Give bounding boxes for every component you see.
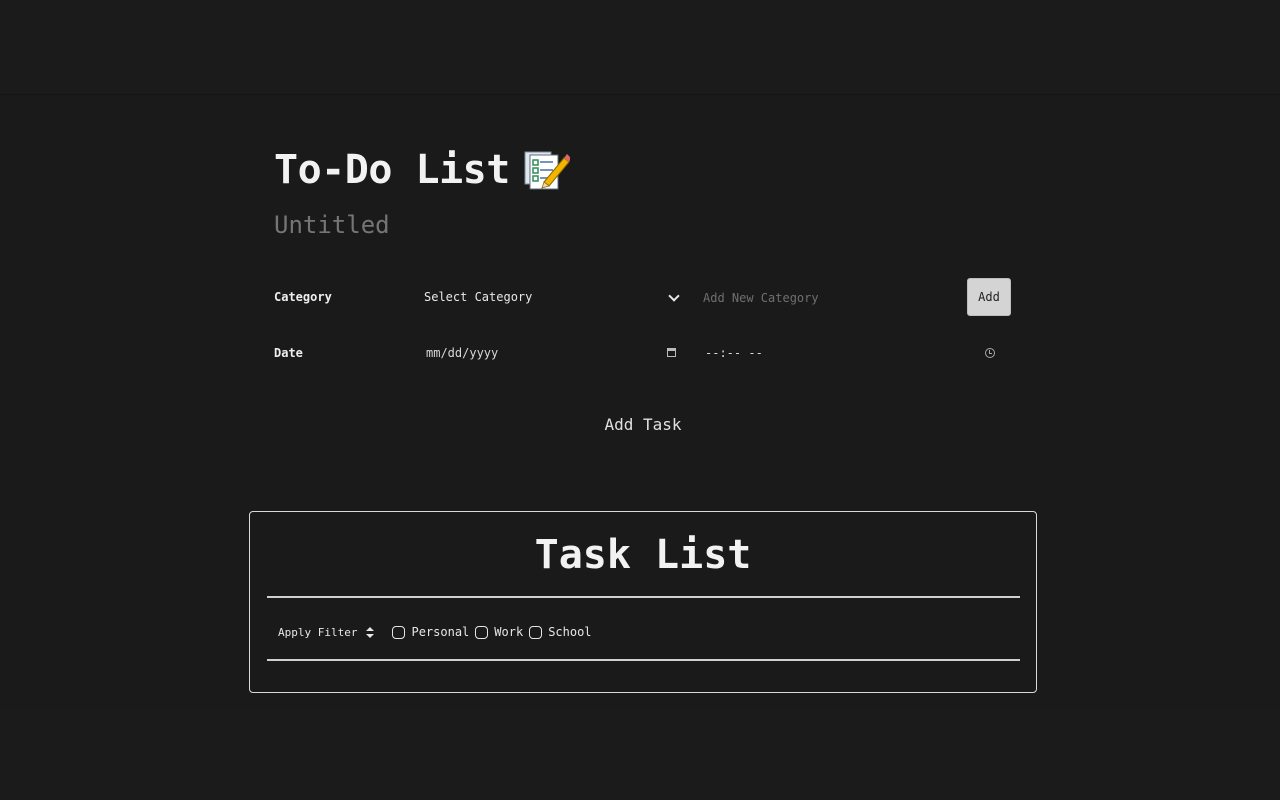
new-category-input[interactable]	[695, 283, 965, 313]
filter-work[interactable]: Work	[475, 625, 523, 639]
page-title: To-Do List	[274, 147, 510, 193]
category-select[interactable]: Select Category	[416, 283, 688, 311]
bottom-area	[0, 710, 1280, 800]
add-task-button[interactable]: Add Task	[590, 410, 696, 438]
list-name-input[interactable]	[274, 211, 574, 239]
apply-filter-label: Apply Filter	[278, 625, 358, 639]
sort-arrows-icon	[366, 626, 375, 638]
filter-school[interactable]: School	[529, 625, 592, 639]
top-bar	[0, 0, 1280, 95]
divider	[267, 596, 1020, 598]
category-label: Category	[274, 290, 332, 304]
apply-filter-select[interactable]: Apply Filter	[278, 625, 375, 639]
add-category-button[interactable]: Add	[967, 278, 1011, 316]
date-input[interactable]: mm/dd/yyyy	[416, 340, 682, 366]
filter-school-label: School	[548, 625, 592, 639]
time-input[interactable]: --:-- --	[695, 340, 1001, 366]
task-list-panel: Task List Apply Filter Personal Work Sch…	[249, 511, 1037, 693]
filter-row: Apply Filter Personal Work School	[278, 622, 598, 642]
divider	[267, 659, 1020, 661]
task-list-title: Task List	[534, 532, 752, 578]
filter-personal[interactable]: Personal	[392, 625, 469, 639]
clock-icon[interactable]	[985, 348, 995, 358]
chevron-down-icon	[668, 290, 680, 302]
date-placeholder: mm/dd/yyyy	[426, 346, 499, 360]
memo-icon	[524, 148, 571, 192]
category-select-value: Select Category	[424, 290, 533, 304]
checkbox-school[interactable]	[529, 625, 543, 639]
time-placeholder: --:-- --	[705, 346, 763, 360]
filter-work-label: Work	[494, 625, 524, 639]
checkbox-personal[interactable]	[392, 625, 406, 639]
date-label: Date	[274, 346, 303, 360]
filter-personal-label: Personal	[411, 625, 470, 639]
title-row: To-Do List	[274, 145, 571, 195]
checkbox-work[interactable]	[475, 625, 489, 639]
calendar-icon[interactable]	[667, 348, 676, 357]
